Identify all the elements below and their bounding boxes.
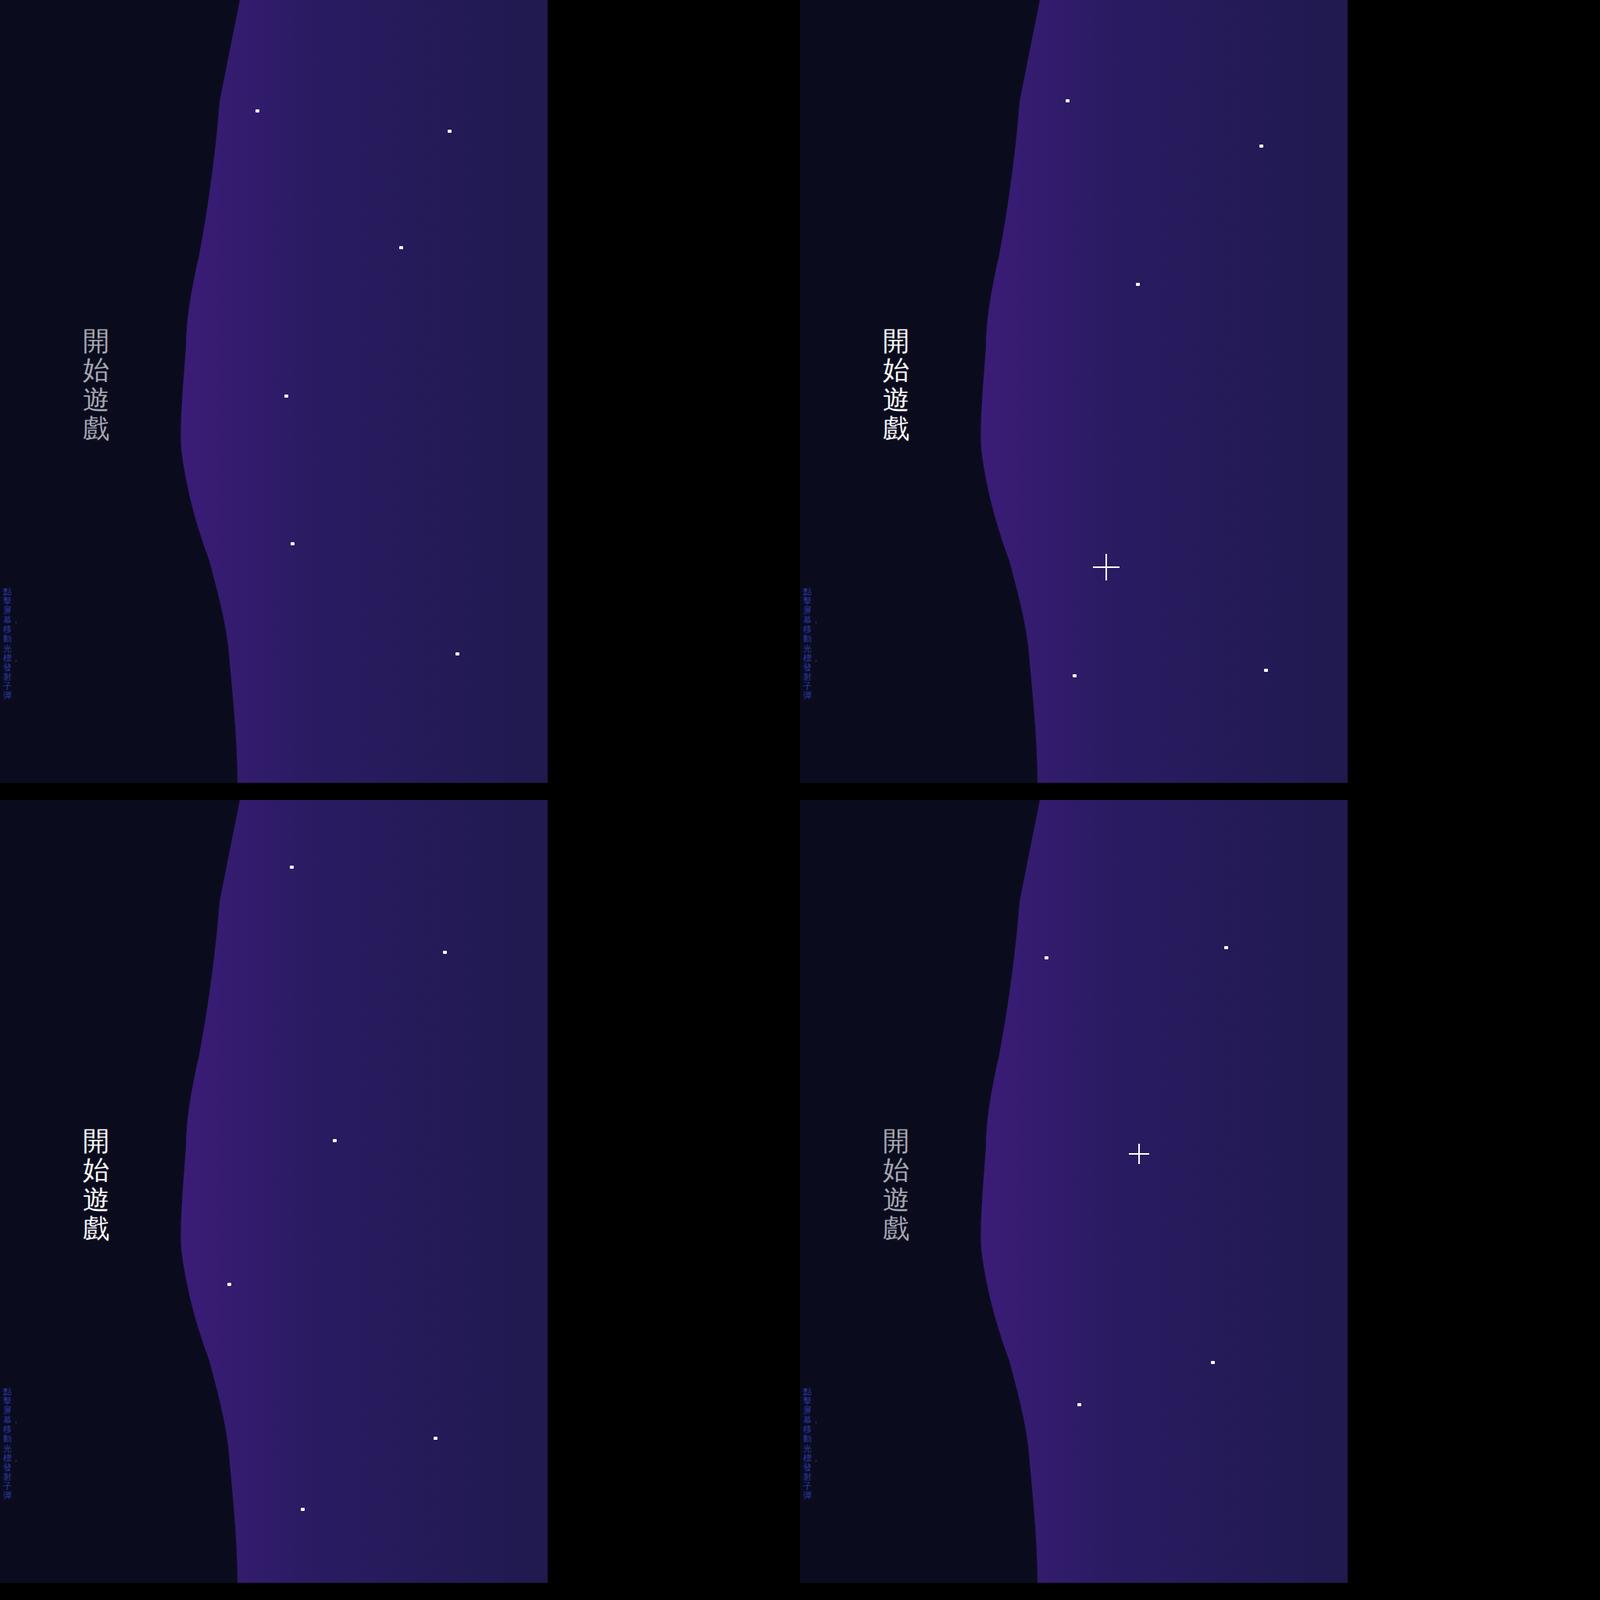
star <box>399 246 404 250</box>
star <box>455 652 460 656</box>
star <box>1264 668 1268 672</box>
star <box>442 950 447 954</box>
star <box>1135 282 1140 286</box>
crosshair-icon <box>1128 1143 1150 1165</box>
start-game-button[interactable]: 開始遊戲 <box>882 1126 910 1244</box>
nebula-background <box>800 0 1348 783</box>
start-game-button[interactable]: 開始遊戲 <box>82 326 110 444</box>
star <box>289 865 294 869</box>
crosshair-icon <box>1092 553 1120 581</box>
star <box>1065 99 1070 103</box>
star <box>1259 144 1264 148</box>
star <box>1210 1360 1215 1365</box>
hint-text: 點擊屏幕，移動光標，發射子彈 <box>3 1387 12 1501</box>
star <box>433 1436 438 1440</box>
star <box>1044 956 1049 960</box>
nebula-background <box>800 800 1348 1583</box>
hint-text: 點擊屏幕，移動光標，發射子彈 <box>803 1387 812 1501</box>
star <box>290 542 295 546</box>
game-grid: 開始遊戲點擊屏幕，移動光標，發射子彈開始遊戲點擊屏幕，移動光標，發射子彈開始遊戲… <box>0 0 1600 1583</box>
hint-text: 點擊屏幕，移動光標，發射子彈 <box>3 587 12 701</box>
star <box>284 394 289 398</box>
star <box>1224 946 1229 950</box>
start-game-button[interactable]: 開始遊戲 <box>82 1126 110 1244</box>
start-game-button[interactable]: 開始遊戲 <box>882 326 910 444</box>
star <box>1077 1403 1082 1407</box>
star <box>1072 674 1077 678</box>
star <box>255 109 260 113</box>
nebula-background <box>0 800 548 1583</box>
star <box>332 1139 337 1143</box>
hint-text: 點擊屏幕，移動光標，發射子彈 <box>803 587 812 701</box>
nebula-background <box>0 0 548 783</box>
star <box>300 1507 305 1511</box>
game-screen[interactable]: 開始遊戲點擊屏幕，移動光標，發射子彈 <box>800 0 1348 783</box>
game-screen[interactable]: 開始遊戲點擊屏幕，移動光標，發射子彈 <box>0 0 548 783</box>
star <box>227 1282 232 1286</box>
game-screen[interactable]: 開始遊戲點擊屏幕，移動光標，發射子彈 <box>0 800 548 1583</box>
game-screen[interactable]: 開始遊戲點擊屏幕，移動光標，發射子彈 <box>800 800 1348 1583</box>
star <box>447 129 452 133</box>
